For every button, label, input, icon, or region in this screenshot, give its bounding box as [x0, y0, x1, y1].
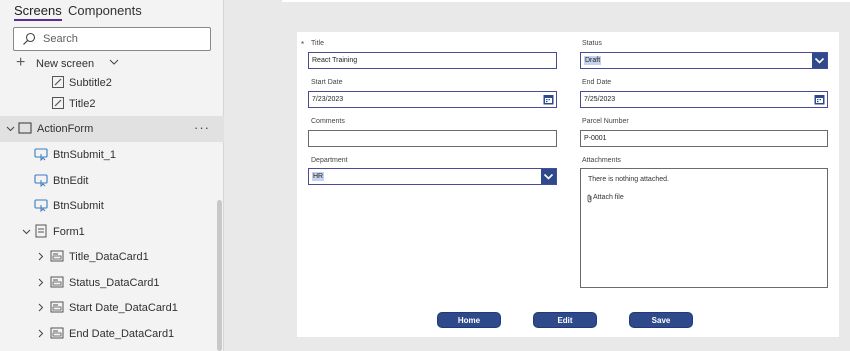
attachments-label: Attachments: [582, 157, 621, 164]
screen-icon: [18, 122, 32, 134]
start-date-picker[interactable]: 7/23/2023: [308, 91, 557, 108]
calendar-icon[interactable]: [543, 94, 554, 105]
form-icon: [35, 224, 47, 238]
tree-item-label: Title_DataCard1: [69, 251, 149, 263]
tree-item-startdate-datacard1[interactable]: Start Date_DataCard1: [0, 295, 224, 321]
start-date-value: 7/23/2023: [312, 96, 344, 103]
more-options-icon[interactable]: ···: [194, 120, 210, 135]
end-date-value: 7/25/2023: [584, 96, 616, 103]
tree-item-title-datacard1[interactable]: Title_DataCard1: [0, 244, 224, 270]
tree-item-btnsubmit-1[interactable]: BtnSubmit_1: [0, 142, 224, 168]
button-icon: [34, 174, 48, 187]
tree-item-label: ActionForm: [37, 123, 94, 135]
tree-view-panel: Screens Components Search + New screen S…: [0, 0, 224, 351]
chevron-right-icon[interactable]: [36, 252, 45, 261]
tree-item-btnedit[interactable]: BtnEdit: [0, 168, 224, 194]
end-date-label: End Date: [582, 79, 612, 86]
tab-components[interactable]: Components: [68, 3, 142, 18]
tree-item-label: BtnSubmit: [53, 200, 104, 212]
tree-item-label: Subtitle2: [69, 77, 112, 89]
tree-item-label: BtnSubmit_1: [53, 149, 116, 161]
datacard-icon: [50, 327, 64, 339]
canvas-top-edge: [282, 0, 850, 2]
edit-label-icon: [52, 76, 64, 88]
tab-screens[interactable]: Screens: [14, 3, 62, 21]
parcel-number-label: Parcel Number: [582, 118, 629, 125]
search-icon: [23, 32, 36, 45]
required-asterisk: *: [301, 40, 305, 49]
start-date-label: Start Date: [311, 79, 343, 86]
status-dropdown-button[interactable]: [812, 53, 827, 68]
button-icon: [34, 199, 48, 212]
tree-list: Subtitle2 Title2 ActionForm ··· BtnSubmi…: [0, 76, 224, 351]
chevron-down-icon: [814, 57, 825, 64]
chevron-down-icon[interactable]: [6, 124, 15, 133]
tree-item-label: Start Date_DataCard1: [69, 302, 178, 314]
tree-item-label: Form1: [53, 226, 85, 238]
tree-item-form1[interactable]: Form1: [0, 219, 224, 245]
datacard-icon: [50, 276, 64, 288]
title-input[interactable]: React Training: [308, 52, 557, 69]
department-dropdown[interactable]: HR: [308, 168, 557, 185]
title-label: Title: [311, 40, 324, 47]
status-value: Draft: [584, 56, 602, 65]
action-form-screen: * Title React Training Status Draft Star…: [297, 32, 839, 337]
plus-icon: +: [16, 54, 26, 71]
tree-item-label: Status_DataCard1: [69, 277, 160, 289]
search-placeholder: Search: [43, 33, 78, 45]
tree-item-enddate-datacard1[interactable]: End Date_DataCard1: [0, 321, 224, 347]
status-label: Status: [582, 40, 602, 47]
chevron-right-icon[interactable]: [36, 303, 45, 312]
datacard-icon: [50, 250, 64, 262]
tree-item-label: BtnEdit: [53, 175, 89, 187]
comments-input[interactable]: [308, 130, 557, 147]
tree-scrollbar[interactable]: [217, 200, 222, 351]
tree-item-label: Title2: [69, 98, 96, 110]
chevron-down-icon[interactable]: [22, 227, 31, 236]
status-dropdown[interactable]: Draft: [580, 52, 828, 69]
chevron-right-icon[interactable]: [36, 278, 45, 287]
calendar-icon[interactable]: [814, 94, 825, 105]
button-icon: [34, 148, 48, 161]
attachments-control: There is nothing attached. Attach file: [580, 168, 828, 288]
department-dropdown-button[interactable]: [541, 169, 556, 184]
tree-item-title2[interactable]: Title2: [0, 91, 224, 117]
parcel-number-input[interactable]: P-0001: [580, 130, 828, 147]
tree-item-actionform[interactable]: ActionForm ···: [0, 116, 224, 142]
chevron-down-icon: [109, 59, 119, 65]
department-value: HR: [312, 172, 325, 181]
home-button[interactable]: Home: [437, 312, 501, 328]
end-date-picker[interactable]: 7/25/2023: [580, 91, 828, 108]
chevron-right-icon[interactable]: [36, 329, 45, 338]
tree-tabs: Screens Components: [0, 0, 224, 22]
power-apps-studio: Screens Components Search + New screen S…: [0, 0, 850, 351]
no-attachments-text: There is nothing attached.: [588, 176, 669, 183]
chevron-down-icon: [543, 173, 554, 180]
comments-label: Comments: [311, 118, 345, 125]
datacard-icon: [50, 301, 64, 313]
department-label: Department: [311, 157, 348, 164]
tree-item-status-datacard1[interactable]: Status_DataCard1: [0, 270, 224, 296]
tree-item-btnsubmit[interactable]: BtnSubmit: [0, 193, 224, 219]
tree-search-box[interactable]: Search: [13, 27, 211, 51]
tree-item-label: End Date_DataCard1: [69, 328, 175, 340]
save-button[interactable]: Save: [629, 312, 693, 328]
edit-button[interactable]: Edit: [533, 312, 597, 328]
edit-label-icon: [52, 97, 64, 109]
attach-file-link[interactable]: Attach file: [593, 194, 624, 201]
new-screen-label: New screen: [36, 58, 95, 70]
